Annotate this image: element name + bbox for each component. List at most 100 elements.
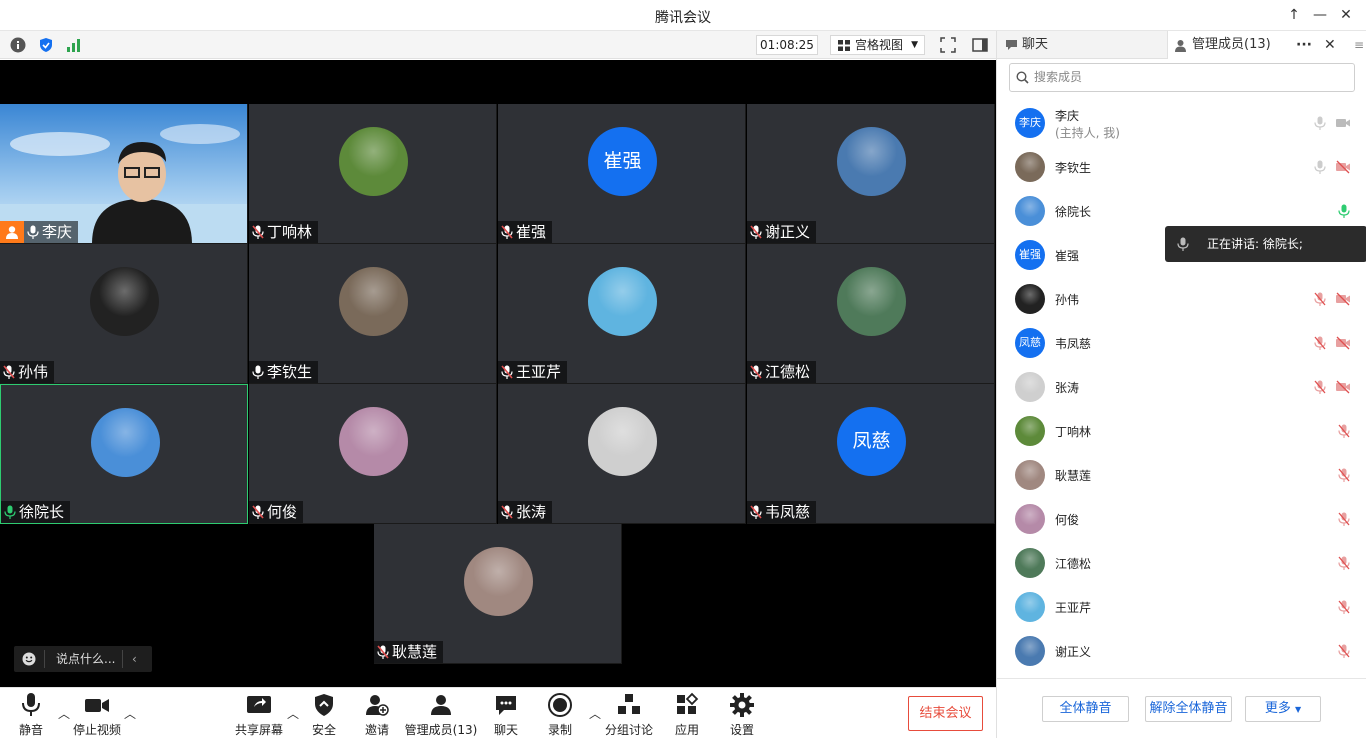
camera-off-icon[interactable] xyxy=(1335,292,1351,306)
mic-muted-icon[interactable] xyxy=(1313,292,1327,306)
video-grid: 李庆 丁响林 崔强 崔强谢正义孙伟李钦生 王亚芹 江德松徐院长 何俊 张涛 凤慈 韦凤慈 耿慧莲 说… xyxy=(0,60,996,687)
mic-muted-icon[interactable] xyxy=(1337,468,1351,482)
mic-muted-icon[interactable] xyxy=(1337,512,1351,526)
member-row[interactable]: 谢正义 xyxy=(997,629,1366,673)
mic-muted-icon xyxy=(377,645,389,659)
signal-icon[interactable] xyxy=(66,37,82,53)
video-tile[interactable]: 李庆 xyxy=(0,104,248,244)
fullscreen-icon[interactable] xyxy=(940,37,956,53)
member-row[interactable]: 耿慧莲 xyxy=(997,453,1366,497)
end-meeting-button[interactable]: 结束会议 xyxy=(908,696,983,731)
video-tile[interactable]: 耿慧莲 xyxy=(374,524,622,664)
video-tile[interactable]: 王亚芹 xyxy=(498,244,746,384)
gear-icon xyxy=(730,693,754,717)
chevron-left-icon[interactable]: ‹ xyxy=(132,646,137,672)
mic-muted-icon[interactable] xyxy=(1313,380,1327,394)
mic-muted-icon[interactable] xyxy=(1337,644,1351,658)
manage-members-button[interactable]: 管理成员(13) xyxy=(404,692,478,738)
participant-name: 李钦生 xyxy=(267,363,313,381)
member-row[interactable]: 江德松 xyxy=(997,541,1366,585)
chat-quick-input[interactable]: 说点什么... ‹ xyxy=(14,646,152,672)
share-options-chevron[interactable]: ︿ xyxy=(287,705,299,722)
mic-muted-icon[interactable] xyxy=(1337,424,1351,438)
member-row[interactable]: 张涛 xyxy=(997,365,1366,409)
video-tile[interactable]: 孙伟 xyxy=(0,244,248,384)
chat-placeholder: 说点什么... xyxy=(56,652,116,666)
chat-button[interactable]: 聊天 xyxy=(488,692,524,738)
participant-name: 谢正义 xyxy=(765,223,811,241)
camera-off-icon[interactable] xyxy=(1335,160,1351,174)
member-avatar xyxy=(1015,636,1045,666)
camera-icon[interactable] xyxy=(1335,116,1351,130)
camera-off-icon[interactable] xyxy=(1335,380,1351,394)
avatar xyxy=(588,407,657,476)
member-row[interactable]: 何俊 xyxy=(997,497,1366,541)
mic-muted-icon[interactable] xyxy=(1337,556,1351,570)
speaking-indicator: 正在讲话: 徐院长; xyxy=(1165,226,1366,262)
avatar-initials: 凤慈 xyxy=(1019,336,1041,349)
security-button[interactable]: 安全 xyxy=(304,692,344,738)
video-tile[interactable]: 谢正义 xyxy=(747,104,995,244)
video-tile[interactable]: 张涛 xyxy=(498,384,746,524)
mute-all-button[interactable]: 全体静音 xyxy=(1042,696,1129,722)
member-search-input[interactable]: 搜索成员 xyxy=(1009,63,1355,92)
view-label: 宫格视图 xyxy=(855,38,904,52)
video-tile[interactable]: 崔强 崔强 xyxy=(498,104,746,244)
microphone-icon[interactable] xyxy=(1313,116,1327,130)
record-button[interactable]: 录制 xyxy=(543,692,577,738)
video-tile[interactable]: 李钦生 xyxy=(249,244,497,384)
apps-label: 应用 xyxy=(674,723,699,737)
more-options-icon[interactable]: ··· xyxy=(1296,31,1312,59)
member-row[interactable]: 凤慈 韦凤慈 xyxy=(997,321,1366,365)
member-avatar xyxy=(1015,372,1045,402)
avatar xyxy=(339,127,408,196)
member-name: 李庆 xyxy=(1055,109,1080,123)
members-icon xyxy=(1175,40,1186,52)
member-avatar xyxy=(1015,592,1045,622)
member-name: 李钦生 xyxy=(1055,161,1092,175)
apps-icon xyxy=(677,692,699,714)
view-switcher[interactable]: 宫格视图 ▼ xyxy=(830,35,925,55)
apps-button[interactable]: 应用 xyxy=(672,692,702,738)
search-placeholder: 搜索成员 xyxy=(1034,70,1083,84)
member-row[interactable]: 孙伟 xyxy=(997,277,1366,321)
record-options-chevron[interactable]: ︿ xyxy=(589,705,601,722)
microphone-icon[interactable] xyxy=(1313,160,1327,174)
unmute-all-button[interactable]: 解除全体静音 xyxy=(1145,696,1232,722)
member-row[interactable]: 李钦生 xyxy=(997,145,1366,189)
sidebar-toggle-icon[interactable] xyxy=(972,37,988,53)
video-tile[interactable]: 徐院长 xyxy=(0,384,248,524)
member-row[interactable]: 丁响林 xyxy=(997,409,1366,453)
member-row[interactable]: 王亚芹 xyxy=(997,585,1366,629)
close-button[interactable]: ✕ xyxy=(1336,6,1356,24)
member-avatar xyxy=(1015,152,1045,182)
member-avatar: 崔强 xyxy=(1015,240,1045,270)
mic-muted-icon[interactable] xyxy=(1313,336,1327,350)
pin-icon[interactable]: ↑ xyxy=(1284,6,1304,24)
breakout-button[interactable]: 分组讨论 xyxy=(604,692,654,738)
mute-button[interactable]: 静音 xyxy=(10,692,52,738)
video-tile[interactable]: 凤慈 韦凤慈 xyxy=(747,384,995,524)
video-tile[interactable]: 江德松 xyxy=(747,244,995,384)
camera-off-icon[interactable] xyxy=(1335,336,1351,350)
stop-video-button[interactable]: 停止视频 xyxy=(70,692,124,738)
info-icon[interactable] xyxy=(10,37,26,53)
mic-muted-icon[interactable] xyxy=(1337,600,1351,614)
settings-button[interactable]: 设置 xyxy=(726,692,758,738)
minimize-button[interactable]: — xyxy=(1310,6,1330,24)
more-button[interactable]: 更多 ▼ xyxy=(1245,696,1321,722)
share-screen-button[interactable]: 共享屏幕 xyxy=(234,692,284,738)
tab-members[interactable]: 管理成员(13) ··· ✕ ≡ xyxy=(1167,31,1366,59)
close-panel-icon[interactable]: ✕ xyxy=(1324,31,1336,59)
mic-muted-icon xyxy=(501,365,513,379)
member-row[interactable]: 李庆 李庆 (主持人, 我) xyxy=(997,101,1366,145)
video-options-chevron[interactable]: ︿ xyxy=(124,705,136,722)
video-tile[interactable]: 何俊 xyxy=(249,384,497,524)
microphone-active-icon[interactable] xyxy=(1337,204,1351,218)
menu-icon[interactable]: ≡ xyxy=(1350,31,1366,59)
emoji-icon[interactable] xyxy=(22,652,36,666)
audio-options-chevron[interactable]: ︿ xyxy=(58,705,70,722)
video-tile[interactable]: 丁响林 xyxy=(249,104,497,244)
invite-button[interactable]: 邀请 xyxy=(357,692,397,738)
security-shield-icon[interactable] xyxy=(38,37,54,53)
